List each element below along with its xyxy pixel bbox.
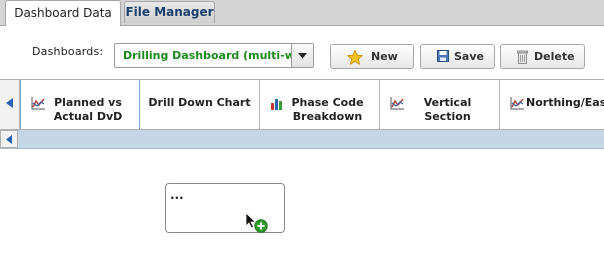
- scroll-left-small-button[interactable]: [0, 130, 18, 148]
- add-plus-icon: [254, 219, 268, 233]
- delete-button[interactable]: Delete: [500, 44, 585, 69]
- tab-dashboard-data[interactable]: Dashboard Data: [5, 0, 121, 26]
- chart-tab-northing-easting[interactable]: Northing/Easting: [500, 80, 604, 129]
- trash-icon: [517, 50, 528, 64]
- chevron-down-icon: [298, 53, 307, 59]
- scroll-left-button[interactable]: [0, 80, 20, 129]
- dashboard-select[interactable]: Drilling Dashboard (multi-we: [114, 43, 314, 68]
- dashboards-label: Dashboards:: [32, 45, 104, 58]
- chart-tab-label: Drill Down Chart: [148, 96, 251, 109]
- chart-tab-phase-code-breakdown[interactable]: Phase Code Breakdown: [260, 80, 380, 129]
- chart-tab-vertical-section[interactable]: Vertical Section: [380, 80, 500, 129]
- main-tab-bar: Dashboard Data File Manager: [0, 0, 604, 26]
- save-button[interactable]: Save: [420, 44, 495, 69]
- tab-file-manager[interactable]: File Manager: [124, 1, 215, 23]
- chart-tab-scrollbar: [0, 130, 604, 149]
- new-button-label: New: [371, 50, 398, 63]
- dropdown-button[interactable]: [291, 44, 313, 67]
- arrow-left-icon: [6, 135, 12, 144]
- chart-tab-label: Phase Code Breakdown: [291, 96, 364, 123]
- star-icon: [347, 50, 363, 65]
- widget-ellipsis: ...: [170, 188, 184, 202]
- chart-tab-strip: Planned vs Actual DvD Drill Down Chart P…: [0, 79, 604, 130]
- save-button-label: Save: [454, 50, 484, 63]
- delete-button-label: Delete: [534, 50, 575, 63]
- chart-tab-label: Vertical Section: [423, 96, 472, 123]
- chart-tab-label: Northing/Easting: [526, 96, 604, 109]
- chart-tab-label: Planned vs Actual DvD: [53, 96, 123, 123]
- chart-tab-drill-down[interactable]: Drill Down Chart: [140, 80, 260, 129]
- chart-tab-planned-vs-actual[interactable]: Planned vs Actual DvD: [20, 80, 140, 129]
- new-button[interactable]: New: [330, 44, 414, 69]
- dashboard-select-value: Drilling Dashboard (multi-we: [123, 49, 291, 62]
- floppy-disk-icon: [437, 50, 449, 62]
- arrow-left-icon: [6, 98, 13, 108]
